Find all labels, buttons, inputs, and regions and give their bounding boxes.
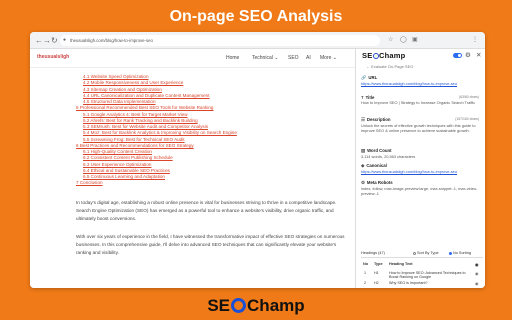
- canonical-section: ◆ Canonical https://www.theusualsligh.com…: [361, 163, 483, 174]
- enable-toggle[interactable]: [453, 53, 462, 58]
- seo-extension-panel: SE Champ ⚙ ✕ ← Evaluate On-Page SEO 🔗 URL …: [355, 49, 485, 288]
- toc-item[interactable]: 7 Conclusion: [76, 180, 346, 186]
- table-of-contents: 4.1 Website Speed Optimization 4.2 Mobil…: [76, 74, 346, 187]
- reload-icon[interactable]: ↻: [51, 35, 58, 46]
- panel-brand-logo: SE Champ: [362, 51, 406, 60]
- nav-ai[interactable]: AI: [306, 55, 311, 61]
- headings-toolbar: Headings (47) Sort By Type No Sorting: [361, 250, 483, 258]
- back-icon[interactable]: ←: [35, 35, 43, 46]
- link-icon: 🔗: [361, 75, 367, 80]
- close-icon[interactable]: ✕: [476, 51, 481, 61]
- browser-window: ← → ↻ ● theusualsligh.com/blog/how-to-im…: [30, 32, 485, 288]
- nav-more[interactable]: More ⌄: [320, 55, 337, 61]
- description-section: ☰ Description (157/160 chars) Unlock the …: [361, 117, 483, 133]
- article-paragraph: In today's digital age, establishing a r…: [76, 200, 337, 221]
- description-icon: ☰: [361, 117, 365, 122]
- page-headline: On-page SEO Analysis: [169, 8, 343, 25]
- word-count-icon: ▧: [361, 148, 366, 153]
- browser-menu-icon[interactable]: ⋮: [472, 35, 478, 46]
- browser-toolbar: ← → ↻ ● theusualsligh.com/blog/how-to-im…: [30, 32, 485, 49]
- nav-seo[interactable]: SEO: [288, 55, 299, 61]
- magnifier-icon: [231, 298, 247, 313]
- headings-table-header: No Type Heading Text ◉: [361, 262, 483, 268]
- meta-robots-section: ⚙ Meta Robots index, follow, max-image-pr…: [361, 180, 483, 196]
- col-heading-text: Heading Text: [389, 262, 413, 266]
- eye-icon[interactable]: ◉: [475, 281, 479, 286]
- panel-subtitle: ← Evaluate On-Page SEO: [366, 64, 414, 69]
- footer-brand-logo: SE Champ: [207, 296, 305, 315]
- panel-header: SE Champ ⚙ ✕: [356, 49, 485, 63]
- footer-brand-bar: SE Champ: [0, 288, 512, 320]
- site-logo[interactable]: theusualsligh: [37, 54, 69, 60]
- lock-icon: ●: [63, 37, 67, 43]
- extension-icon[interactable]: ◯: [400, 35, 407, 46]
- radio-selected-icon: [449, 251, 452, 255]
- col-type: Type: [374, 262, 383, 266]
- robot-icon: ⚙: [361, 180, 365, 185]
- forward-icon[interactable]: →: [43, 35, 51, 46]
- puzzle-icon[interactable]: ▣: [412, 35, 418, 46]
- site-navbar: theusualsligh Home Technical ⌄ SEO AI Mo…: [30, 49, 355, 68]
- webpage: theusualsligh Home Technical ⌄ SEO AI Mo…: [30, 49, 355, 288]
- settings-icon[interactable]: ⚙: [465, 51, 471, 61]
- description-char-count: (157/160 chars): [455, 117, 479, 121]
- magnifier-icon: [372, 53, 379, 59]
- nav-technical[interactable]: Technical ⌄: [252, 55, 278, 61]
- description-value: Unlock the secrets of effective growth t…: [361, 123, 476, 134]
- address-bar-url: theusualsligh.com/blog/how-to-improve-se…: [70, 38, 153, 43]
- word-count-value: 3,114 words, 20,563 characters: [361, 154, 416, 159]
- canonical-icon: ◆: [361, 163, 365, 168]
- eye-icon[interactable]: ◉: [475, 271, 479, 276]
- eye-icon[interactable]: ◉: [475, 262, 478, 267]
- sort-by-type-radio[interactable]: Sort By Type: [413, 251, 439, 255]
- headings-count: Headings (47): [361, 251, 385, 255]
- url-section: 🔗 URL https://www.theusualsligh.com/blog/…: [361, 75, 483, 86]
- title-value: How to Improve SEO | Strategy to Increas…: [361, 100, 476, 105]
- col-no: No: [363, 262, 369, 266]
- article-paragraph: With over six years of experience in the…: [76, 234, 345, 255]
- title-section: T Title (63/60 chars) How to Improve SEO …: [361, 95, 483, 105]
- address-bar[interactable]: ● theusualsligh.com/blog/how-to-improve-…: [60, 35, 380, 46]
- bookmark-icon[interactable]: ☆: [388, 35, 393, 46]
- title-char-count: (63/60 chars): [459, 95, 479, 99]
- nav-home[interactable]: Home: [226, 55, 239, 61]
- meta-robots-value: index, follow, max-image-preview:large, …: [361, 186, 478, 197]
- url-value[interactable]: https://www.theusualsligh.com/blog/how-t…: [361, 81, 483, 86]
- word-count-section: ▧ Word Count 3,114 words, 20,563 characte…: [361, 148, 483, 159]
- canonical-value[interactable]: https://www.theusualsligh.com/blog/how-t…: [361, 169, 483, 174]
- radio-icon: [413, 251, 416, 255]
- no-sorting-radio[interactable]: No Sorting: [449, 251, 471, 255]
